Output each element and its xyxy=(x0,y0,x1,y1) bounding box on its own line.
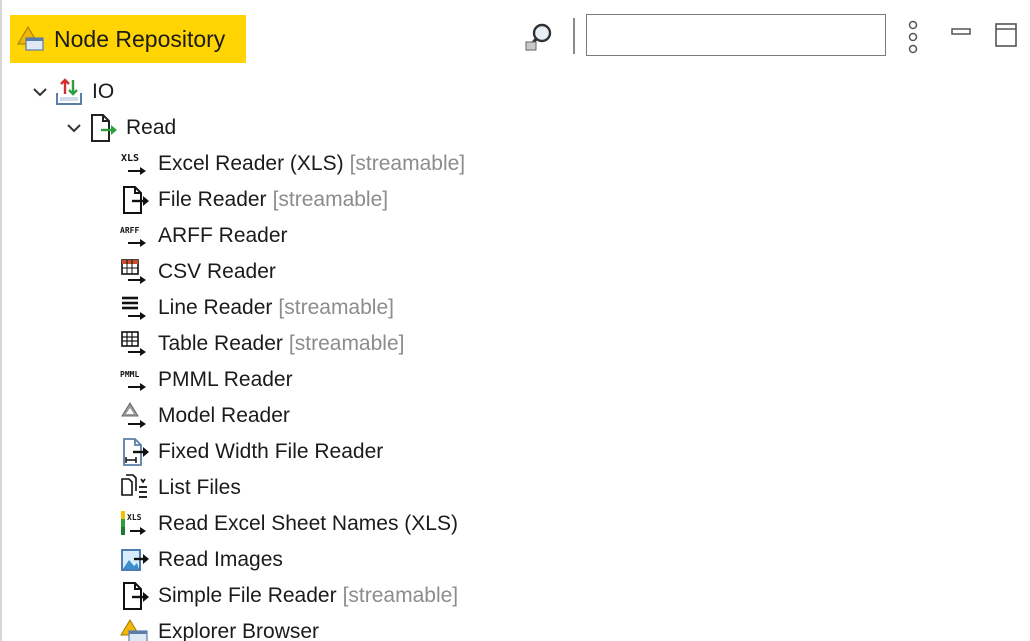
node-item-read-excel-sheet-names[interactable]: XLS Read Excel Sheet Names (XLS) xyxy=(120,506,458,542)
node-label: Table Reader xyxy=(158,332,283,355)
view-header: Node Repository xyxy=(2,0,1030,70)
node-item-model-reader[interactable]: Model Reader xyxy=(120,398,290,434)
node-label: Read Images xyxy=(158,548,283,571)
node-item-fixed-width-reader[interactable]: Fixed Width File Reader xyxy=(120,434,383,470)
node-repository-icon xyxy=(17,26,44,51)
node-repository-tab[interactable]: Node Repository xyxy=(10,15,246,63)
view-title: Node Repository xyxy=(54,25,226,52)
view-menu-icon[interactable] xyxy=(906,17,920,57)
list-files-icon xyxy=(121,474,147,498)
table-reader-icon xyxy=(121,331,146,356)
excel-sheet-names-icon: XLS xyxy=(121,511,146,535)
svg-text:PMML: PMML xyxy=(120,370,139,379)
tree-item-label: Read xyxy=(126,116,177,139)
node-tree: IO Read XLS Excel Reader (XLS) [streamab… xyxy=(0,70,1030,641)
node-item-list-files[interactable]: List Files xyxy=(120,470,241,506)
node-item-line-reader[interactable]: Line Reader [streamable] xyxy=(120,290,394,326)
node-label: Model Reader xyxy=(158,404,290,427)
node-label: Excel Reader (XLS) xyxy=(158,152,344,175)
node-label: Simple File Reader xyxy=(158,584,337,607)
streamable-tag: [streamable] xyxy=(278,296,394,319)
node-item-arff-reader[interactable]: ARFF ARFF Reader xyxy=(120,218,288,254)
arff-reader-icon: ARFF xyxy=(120,226,146,247)
chevron-down-icon[interactable] xyxy=(64,118,84,138)
explorer-browser-icon xyxy=(120,619,148,641)
node-label: PMML Reader xyxy=(158,368,293,391)
search-input[interactable] xyxy=(586,14,886,56)
csv-reader-icon xyxy=(121,259,146,284)
node-label: Read Excel Sheet Names (XLS) xyxy=(158,512,458,535)
streamable-tag: [streamable] xyxy=(288,332,405,355)
node-item-read-images[interactable]: Read Images xyxy=(120,542,283,578)
svg-text:XLS: XLS xyxy=(127,513,142,522)
node-item-csv-reader[interactable]: CSV Reader xyxy=(120,254,276,290)
io-category-icon xyxy=(56,78,82,105)
node-label: Explorer Browser xyxy=(158,620,320,641)
minimize-icon[interactable] xyxy=(950,18,972,52)
read-images-icon xyxy=(121,549,149,571)
node-item-explorer-browser[interactable]: Explorer Browser xyxy=(120,614,319,641)
file-reader-icon xyxy=(123,186,149,214)
toolbar-separator xyxy=(573,18,575,54)
streamable-tag: [streamable] xyxy=(272,188,389,211)
node-item-simple-file-reader[interactable]: Simple File Reader [streamable] xyxy=(120,578,458,614)
node-label: ARFF Reader xyxy=(158,224,288,247)
svg-text:XLS: XLS xyxy=(121,153,139,164)
node-item-table-reader[interactable]: Table Reader [streamable] xyxy=(120,326,404,362)
search-options-icon[interactable] xyxy=(522,20,556,54)
maximize-icon[interactable] xyxy=(994,22,1018,48)
node-item-pmml-reader[interactable]: PMML PMML Reader xyxy=(120,362,293,398)
xls-reader-icon: XLS xyxy=(121,153,146,175)
node-label: List Files xyxy=(158,476,241,499)
node-label: Line Reader xyxy=(158,296,273,319)
node-label: Fixed Width File Reader xyxy=(158,440,384,463)
streamable-tag: [streamable] xyxy=(349,152,466,175)
tree-item-label: IO xyxy=(92,80,115,103)
read-category-icon xyxy=(91,114,117,142)
tree-item-read[interactable]: Read xyxy=(64,110,176,146)
node-label: CSV Reader xyxy=(158,260,276,283)
fixed-width-reader-icon xyxy=(123,438,149,466)
streamable-tag: [streamable] xyxy=(342,584,459,607)
line-reader-icon xyxy=(122,296,146,320)
node-item-file-reader[interactable]: File Reader [streamable] xyxy=(120,182,388,218)
tree-item-io[interactable]: IO xyxy=(30,74,114,110)
node-item-excel-reader[interactable]: XLS Excel Reader (XLS) [streamable] xyxy=(120,146,465,182)
simple-file-reader-icon xyxy=(123,582,149,610)
pmml-reader-icon: PMML xyxy=(120,370,146,391)
svg-text:ARFF: ARFF xyxy=(120,226,139,235)
chevron-down-icon[interactable] xyxy=(30,82,50,102)
model-reader-icon xyxy=(121,402,146,428)
node-label: File Reader xyxy=(158,188,267,211)
